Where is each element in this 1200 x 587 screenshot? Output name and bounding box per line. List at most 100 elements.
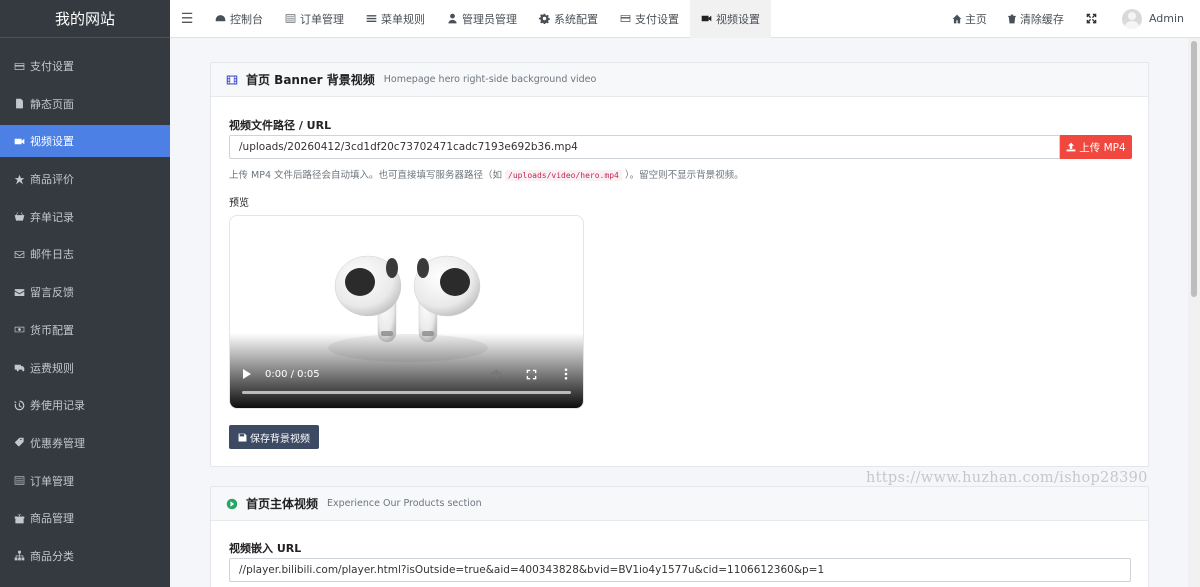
sidebar-item-label: 留言反馈 [30, 286, 74, 300]
history-icon [13, 399, 25, 411]
page-scrollbar[interactable] [1188, 38, 1200, 587]
dashboard-icon [215, 15, 226, 22]
play-icon[interactable] [243, 369, 251, 379]
clear-cache-button[interactable]: 清除缓存 [1007, 11, 1064, 27]
tab-video-settings[interactable]: 视频设置 [690, 0, 771, 38]
tab-order-management[interactable]: 订单管理 [274, 0, 355, 38]
card-title: 首页主体视频 [246, 497, 319, 511]
video-preview[interactable]: 0:00 / 0:05 [229, 215, 584, 409]
sidebar-item-abandoned-orders[interactable]: 弃单记录 [0, 201, 170, 233]
card-header: 首页 Banner 背景视频 Homepage hero right-side … [211, 63, 1148, 97]
sidebar-item-product-reviews[interactable]: 商品评价 [0, 163, 170, 195]
card-subtitle: Homepage hero right-side background vide… [383, 74, 597, 85]
topbar-actions: 主页 清除缓存 Admin [932, 0, 1200, 38]
trash-icon [1008, 14, 1016, 23]
embed-url-input[interactable]: //player.bilibili.com/player.html?isOuts… [229, 558, 1131, 582]
sidebar-item-orders[interactable]: 订单管理 [0, 465, 170, 497]
video-camera-icon [701, 15, 712, 22]
help-text-before: 上传 MP4 文件后路径会自动填入。也可直接填写服务器路径（如 [229, 170, 503, 181]
fullscreen-icon[interactable] [526, 369, 537, 380]
save-background-video-button[interactable]: 保存背景视频 [229, 425, 319, 449]
video-progress-track[interactable] [242, 391, 571, 394]
sidebar-item-feedback[interactable]: 留言反馈 [0, 276, 170, 308]
tab-admin-management[interactable]: 管理员管理 [436, 0, 528, 38]
video-path-label: 视频文件路径 / URL [229, 119, 332, 132]
save-label: 保存背景视频 [250, 433, 310, 445]
tab-payment-settings[interactable]: 支付设置 [609, 0, 690, 38]
gift-icon [13, 512, 25, 524]
tab-label: 菜单规则 [381, 12, 425, 26]
basket-icon [13, 211, 25, 223]
brand-title[interactable]: 我的网站 [0, 0, 170, 38]
tab-label: 订单管理 [300, 12, 344, 26]
tab-label: 系统配置 [554, 12, 598, 26]
card-subtitle: Experience Our Products section [327, 498, 482, 509]
tab-dashboard[interactable]: 控制台 [204, 0, 274, 38]
sidebar-item-label: 运费规则 [30, 361, 74, 375]
sidebar-item-label: 弃单记录 [30, 210, 74, 224]
upload-mp4-button[interactable]: 上传 MP4 [1060, 135, 1132, 159]
topbar: ☰ 控制台 订单管理 菜单规则 管理员管理 系统配置 支付设置 视频设置 主页 … [170, 0, 1200, 38]
sidebar-item-label: 券使用记录 [30, 399, 85, 413]
sidebar-item-label: 邮件日志 [30, 248, 74, 262]
sidebar-item-label: 静态页面 [30, 97, 74, 111]
main-content: 首页 Banner 背景视频 Homepage hero right-side … [170, 38, 1188, 587]
credit-card-icon [13, 60, 25, 72]
user-name: Admin [1148, 12, 1184, 25]
card-title: 首页 Banner 背景视频 [246, 73, 375, 87]
menu-toggle-icon[interactable]: ☰ [170, 0, 204, 38]
more-options-icon[interactable] [564, 368, 568, 380]
tab-system-config[interactable]: 系统配置 [528, 0, 609, 38]
clear-cache-label: 清除缓存 [1019, 12, 1064, 26]
scrollbar-thumb[interactable] [1191, 41, 1197, 297]
video-path-input[interactable]: /uploads/20260412/3cd1df20c73702471cadc7… [229, 135, 1060, 159]
sidebar-item-label: 支付设置 [30, 60, 74, 73]
fullscreen-button[interactable] [1086, 13, 1100, 24]
preview-label: 预览 [229, 198, 249, 209]
sidebar-item-label: 商品评价 [30, 173, 74, 187]
sidebar-item-label: 优惠券管理 [30, 436, 85, 450]
sidebar-item-label: 商品管理 [30, 512, 74, 526]
star-half-icon [13, 173, 25, 185]
truck-icon [13, 362, 25, 374]
sidebar-item-coupon-usage[interactable]: 券使用记录 [0, 389, 170, 421]
upload-icon [1066, 142, 1076, 152]
tab-label: 视频设置 [716, 12, 760, 26]
sidebar-item-mail-log[interactable]: 邮件日志 [0, 238, 170, 270]
user-menu[interactable]: Admin [1121, 8, 1184, 29]
sidebar-item-currency[interactable]: 货币配置 [0, 314, 170, 346]
sidebar-item-coupon-management[interactable]: 优惠券管理 [0, 427, 170, 459]
home-link[interactable]: 主页 [952, 11, 987, 27]
sidebar-item-products[interactable]: 商品管理 [0, 502, 170, 534]
sidebar-item-static-pages[interactable]: 静态页面 [0, 88, 170, 120]
avatar [1121, 8, 1142, 29]
gear-icon [539, 13, 550, 24]
sidebar-item-label: 商品分类 [30, 549, 74, 563]
list-alt-icon [13, 475, 25, 487]
envelope-icon [13, 248, 25, 260]
sidebar-item-payment-settings[interactable]: 支付设置 [0, 50, 170, 82]
tab-label: 管理员管理 [462, 12, 517, 26]
help-code: /uploads/video/hero.mp4 [505, 170, 622, 181]
help-text-after: ）。留空则不显示背景视频。 [624, 170, 744, 181]
tab-bar: 控制台 订单管理 菜单规则 管理员管理 系统配置 支付设置 视频设置 [204, 0, 771, 38]
sidebar-nav: 支付设置 静态页面 视频设置 商品评价 弃单记录 邮件日志 留言反馈 货币配置 [0, 50, 170, 572]
sidebar-item-label: 订单管理 [30, 474, 74, 488]
tab-menu-rules[interactable]: 菜单规则 [355, 0, 436, 38]
embed-url-row: //player.bilibili.com/player.html?isOuts… [229, 558, 1131, 582]
credit-card-icon [620, 15, 631, 22]
sidebar-item-video-settings[interactable]: 视频设置 [0, 125, 170, 158]
card-header: 首页主体视频 Experience Our Products section [211, 487, 1148, 521]
embed-url-label: 视频嵌入 URL [229, 542, 302, 555]
video-path-row: /uploads/20260412/3cd1df20c73702471cadc7… [229, 135, 1132, 159]
film-icon [226, 75, 238, 84]
video-time: 0:00 / 0:05 [265, 369, 320, 380]
sidebar: 我的网站 支付设置 静态页面 视频设置 商品评价 弃单记录 邮件日志 留言反馈 [0, 0, 170, 587]
bars-icon [366, 15, 377, 22]
sidebar-item-categories[interactable]: 商品分类 [0, 540, 170, 572]
muted-icon[interactable] [490, 368, 502, 380]
money-icon [13, 324, 25, 336]
sidebar-item-label: 货币配置 [30, 323, 74, 337]
tab-label: 控制台 [230, 12, 263, 26]
sidebar-item-shipping-rules[interactable]: 运费规则 [0, 352, 170, 384]
